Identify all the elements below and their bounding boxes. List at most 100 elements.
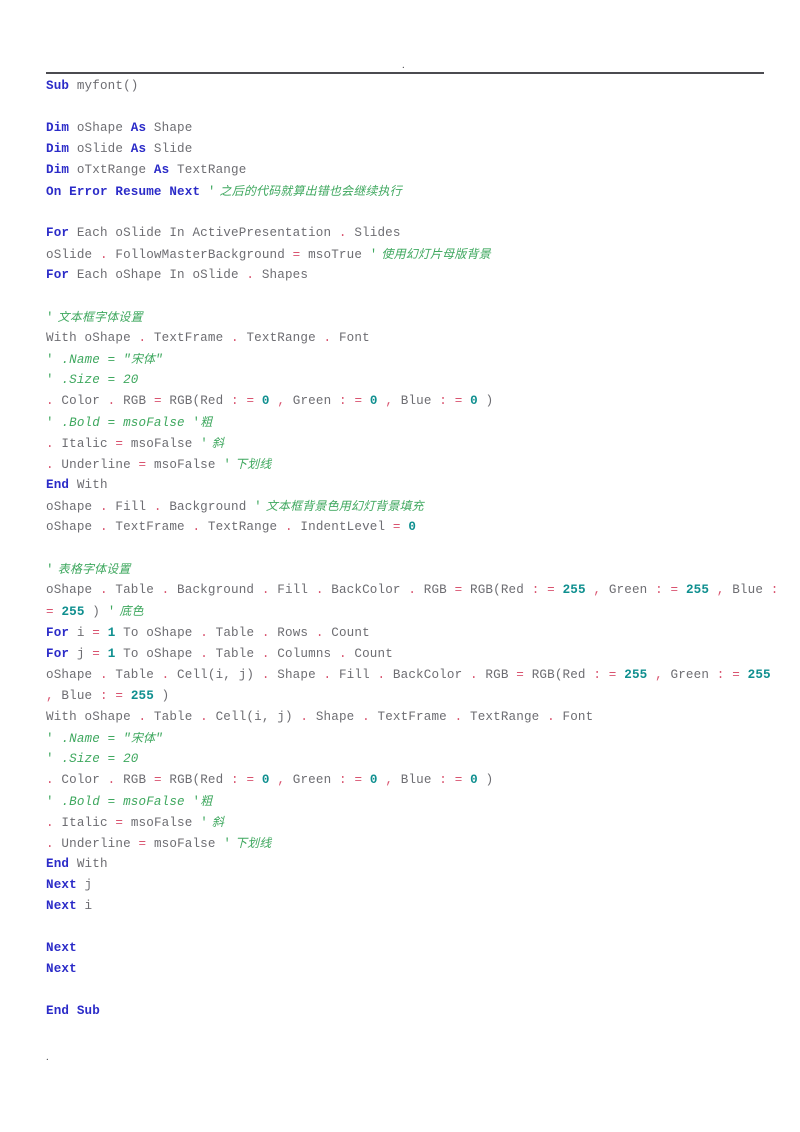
code-token-id: TextRange — [169, 163, 247, 177]
code-line: For i = 1 To oShape . Table . Rows . Cou… — [46, 623, 786, 644]
code-line: For j = 1 To oShape . Table . Columns . … — [46, 644, 786, 665]
code-token-op: . — [300, 710, 309, 724]
code-token-id: Green — [601, 583, 656, 597]
code-token-num: 0 — [408, 520, 417, 534]
code-token-cmt-cn: 粗 — [200, 415, 213, 429]
code-token-kw: Dim — [46, 163, 70, 177]
code-token-id: Fill — [331, 668, 378, 682]
code-token-id: TextFrame — [146, 331, 232, 345]
code-token-cmt-cn: 宋体 — [130, 731, 156, 745]
code-token-op: . — [99, 500, 108, 514]
code-token-cmt-cn: 表格字体设置 — [53, 562, 131, 576]
code-token-op: : — [339, 773, 347, 787]
code-token-id: i — [69, 626, 93, 640]
code-token-op: = — [46, 605, 54, 619]
code-token-kw: Dim — [46, 142, 70, 156]
code-token-kw: Next — [46, 899, 77, 913]
code-line: Dim oShape As Shape — [46, 118, 786, 139]
code-token-op: . — [547, 710, 555, 724]
code-token-num: 0 — [369, 394, 378, 408]
code-token-op: . — [408, 583, 417, 597]
code-token-id: j — [76, 878, 93, 892]
code-token-id — [778, 583, 786, 597]
code-token-id — [555, 583, 563, 597]
code-token-id: Color — [53, 773, 108, 787]
code-token-op: . — [338, 647, 347, 661]
code-token-cmt-cn: 粗 — [200, 794, 213, 808]
code-token-num: 255 — [130, 689, 154, 703]
code-token-id — [771, 668, 779, 682]
code-token-id: FollowMasterBackground — [107, 248, 293, 262]
code-token-id: To oShape — [115, 647, 201, 661]
code-token-op: = — [354, 773, 363, 787]
code-token-cmt-mark: ' — [46, 416, 54, 430]
code-token-id: i — [76, 899, 93, 913]
code-token-id: With oShape — [46, 331, 139, 345]
code-token-id: msoFalse — [123, 437, 201, 451]
code-token-op: . — [231, 331, 239, 345]
code-token-id: TextFrame — [369, 710, 455, 724]
code-token-id: Green — [662, 668, 717, 682]
code-token-cmt: .Size = 20 — [53, 752, 139, 766]
code-token-op: = — [732, 668, 740, 682]
code-token-id: Shapes — [254, 268, 309, 282]
code-token-op: . — [153, 500, 162, 514]
document-page: . Sub myfont() Dim oShape As Shape Dim oS… — [0, 0, 800, 1132]
code-token-id: Table — [207, 647, 262, 661]
code-token-num: 0 — [261, 773, 270, 787]
code-line: End With — [46, 475, 786, 496]
code-token-id: Slides — [346, 226, 401, 240]
code-line: . Color . RGB = RGB(Red : = 0 , Green : … — [46, 391, 786, 412]
code-token-kw: End Sub — [46, 1004, 100, 1018]
code-token-id — [447, 773, 455, 787]
code-token-cmt-cn: 文本框背景色用幻灯背景填充 — [261, 499, 424, 513]
code-token-kw: For — [46, 268, 70, 282]
code-token-num: 0 — [470, 773, 478, 787]
code-token-op: = — [115, 816, 124, 830]
code-token-id — [362, 394, 370, 408]
code-token-id: oSlide — [46, 248, 100, 262]
code-line: ' 表格字体设置 — [46, 559, 786, 580]
code-token-id — [200, 185, 208, 199]
code-token-id: With — [69, 857, 108, 871]
code-token-kw: Next — [46, 962, 77, 976]
code-token-id: Shape — [269, 668, 324, 682]
code-token-id — [123, 689, 131, 703]
code-token-op: = — [115, 437, 124, 451]
code-token-cmt: .Name = — [53, 353, 124, 367]
code-token-cmt: .Bold = msoFalse — [53, 795, 193, 809]
code-token-op: . — [200, 710, 208, 724]
code-token-op: : — [99, 689, 108, 703]
code-token-cmt: .Size = 20 — [53, 373, 139, 387]
code-token-id — [462, 394, 470, 408]
code-line: With oShape . TextFrame . TextRange . Fo… — [46, 328, 786, 349]
code-token-cmt: " — [155, 732, 163, 746]
code-token-cmt-mark: ' — [46, 752, 54, 766]
code-token-kw: End — [46, 478, 70, 492]
code-token-id: Shape — [308, 710, 363, 724]
code-token-id: Each oShape In oSlide — [69, 268, 247, 282]
code-line: ' 文本框字体设置 — [46, 307, 786, 328]
code-line: oShape . Table . Background . Fill . Bac… — [46, 580, 786, 623]
code-token-cmt: .Name = — [53, 732, 124, 746]
code-token-cmt-cn: 之后的代码就算出错也会继续执行 — [215, 184, 402, 198]
code-token-id — [539, 583, 547, 597]
code-token-op: . — [284, 520, 293, 534]
vba-code-listing: Sub myfont() Dim oShape As Shape Dim oSli… — [46, 76, 786, 1022]
code-token-kw: As — [153, 163, 170, 177]
code-token-op: . — [99, 668, 108, 682]
code-token-id: oSlide — [69, 142, 131, 156]
code-token-id: Shape — [146, 121, 193, 135]
code-token-id: Background — [169, 583, 262, 597]
code-token-cmt-mark: ' — [46, 373, 54, 387]
code-token-id: Blue — [393, 394, 440, 408]
code-token-id: RGB(Red — [523, 668, 594, 682]
code-token-op: . — [246, 268, 255, 282]
code-token-op: = — [115, 689, 124, 703]
code-token-id: Blue — [724, 583, 771, 597]
code-line: . Underline = msoFalse ' 下划线 — [46, 454, 786, 475]
code-line: oShape . Table . Cell(i, j) . Shape . Fi… — [46, 665, 786, 707]
code-token-op: . — [470, 668, 478, 682]
